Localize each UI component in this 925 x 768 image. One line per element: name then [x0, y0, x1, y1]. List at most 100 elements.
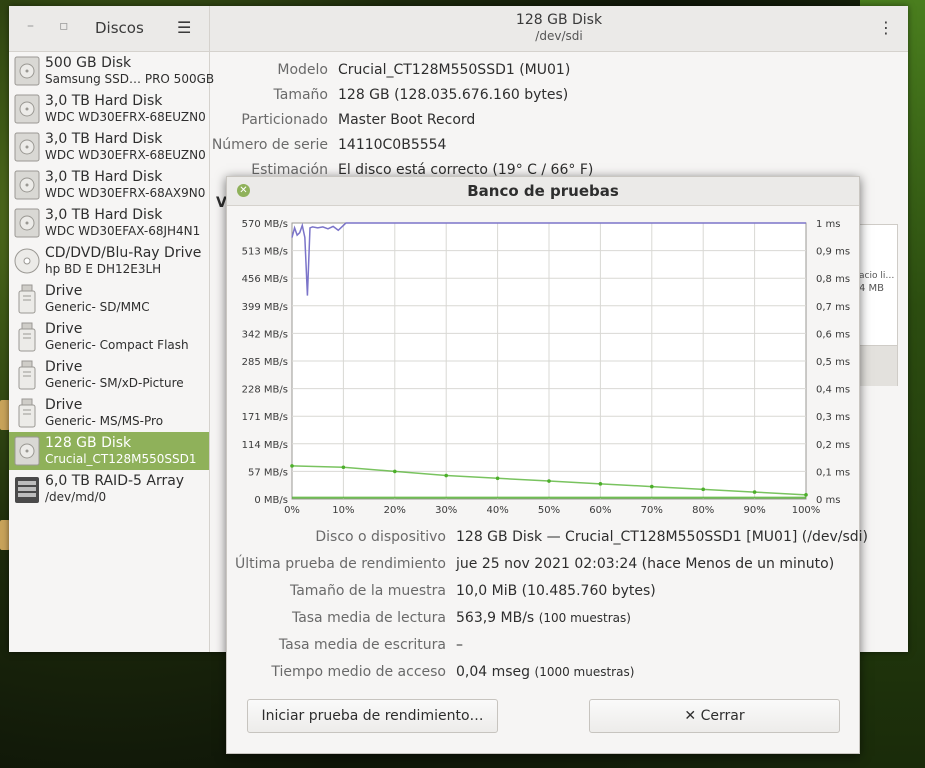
property-value: Master Boot Record [338, 112, 476, 128]
result-value: 0,04 mseg (1000 muestras) [456, 664, 634, 680]
sidebar-title: Discos [95, 19, 144, 37]
result-label: Tasa media de escritura [278, 637, 446, 653]
sidebar-item-name: 3,0 TB Hard Disk [45, 169, 163, 185]
y-right-tick-label: 0,3 ms [816, 412, 850, 423]
result-label: Tamaño de la muestra [289, 583, 446, 599]
optical-drive-icon [14, 246, 40, 276]
sidebar-header: – ▫ Discos ☰ [9, 6, 209, 52]
result-value-text: 128 GB Disk — Crucial_CT128M550SSD1 [MU0… [456, 529, 868, 545]
x-tick-label: 50% [538, 505, 560, 516]
hard-disk-icon [14, 132, 40, 162]
sidebar-item[interactable]: 3,0 TB Hard Disk WDC WD30EFAX-68JH4N1 [9, 204, 209, 242]
sidebar-item-name: 128 GB Disk [45, 435, 132, 451]
benchmark-chart: 0% 10% 20% 30% 40% 50% 60% 70% 80% 90% 100% 0 MB/s 0… [242, 219, 850, 516]
access-time-point [495, 476, 500, 481]
result-value: – [456, 637, 463, 653]
y-right-tick-label: 0,6 ms [816, 329, 850, 340]
volume-graphic[interactable]: acio li… 4 MB [856, 224, 898, 386]
x-tick-label: 40% [486, 505, 508, 516]
result-label: Disco o dispositivo [315, 529, 446, 545]
access-time-point [598, 482, 603, 486]
y-right-tick-label: 0,4 ms [816, 385, 850, 396]
sidebar-item-description: Generic- SD/MMC [45, 300, 150, 314]
restore-icon[interactable]: ▫ [59, 18, 69, 34]
x-tick-label: 30% [435, 505, 457, 516]
sidebar-item-name: 3,0 TB Hard Disk [45, 93, 163, 109]
access-time-point [341, 465, 346, 470]
y-right-tick-label: 0,9 ms [816, 247, 850, 258]
sidebar-item[interactable]: Drive Generic- Compact Flash [9, 318, 209, 356]
y-left-tick-label: 0 MB/s [254, 495, 288, 506]
volume-free-space [857, 345, 897, 386]
sidebar-item-description: WDC WD30EFAX-68JH4N1 [45, 224, 201, 238]
sidebar-item[interactable]: 6,0 TB RAID-5 Array/dev/md/0 [9, 470, 209, 508]
x-tick-label: 90% [743, 505, 765, 516]
x-tick-label: 60% [589, 505, 611, 516]
y-right-tick-label: 0,1 ms [816, 467, 850, 478]
sidebar-item-description: Samsung SSD… PRO 500GB [45, 72, 215, 86]
sidebar-item-description: Crucial_CT128M550SSD1 [45, 452, 197, 466]
y-right-tick-label: 0,2 ms [816, 440, 850, 451]
sidebar-item[interactable]: 3,0 TB Hard Disk WDC WD30EFRX-68EUZN0 [9, 90, 209, 128]
hamburger-menu-icon[interactable]: ☰ [177, 18, 191, 37]
result-label: Tasa media de lectura [291, 610, 446, 626]
sidebar-item[interactable]: 128 GB Disk Crucial_CT128M550SSD1 [9, 432, 209, 470]
sidebar-item[interactable]: Drive Generic- SM/xD-Picture [9, 356, 209, 394]
minimize-icon[interactable]: – [27, 18, 34, 34]
sidebar-item[interactable]: 3,0 TB Hard Disk WDC WD30EFRX-68AX9N0 [9, 166, 209, 204]
sidebar-item-name: CD/DVD/Blu-Ray Drive [45, 245, 202, 261]
hard-disk-icon [14, 436, 40, 466]
dialog-title: Banco de pruebas [467, 182, 619, 200]
y-left-tick-label: 570 MB/s [242, 219, 288, 230]
x-tick-label: 100% [792, 505, 821, 516]
result-value-text: 10,0 MiB (10.485.760 bytes) [456, 583, 656, 599]
benchmark-dialog: ✕ Banco de pruebas 0% 10% 20% 30% 40% 50% 60% 7… [226, 176, 868, 754]
result-value-text: – [456, 637, 463, 653]
y-left-tick-label: 57 MB/s [248, 467, 288, 478]
result-label: Tiempo medio de acceso [271, 664, 446, 680]
sidebar-item-name: 3,0 TB Hard Disk [45, 207, 163, 223]
sidebar-item[interactable]: Drive Generic- MS/MS-Pro [9, 394, 209, 432]
hard-disk-icon [14, 170, 40, 200]
property-label: Modelo [277, 62, 328, 78]
main-header: 128 GB Disk /dev/sdi ⋮ [210, 6, 908, 52]
sidebar-item-description: WDC WD30EFRX-68EUZN0 [45, 148, 206, 162]
sidebar-item-name: 500 GB Disk [45, 55, 132, 71]
access-time-point [701, 487, 705, 492]
dialog-header: ✕ Banco de pruebas [227, 177, 859, 206]
result-label: Última prueba de rendimiento [235, 556, 446, 572]
sidebar-item[interactable]: Drive Generic- SD/MMC [9, 280, 209, 318]
access-time-point [393, 469, 397, 474]
y-left-tick-label: 285 MB/s [242, 357, 288, 368]
y-left-tick-label: 342 MB/s [242, 329, 288, 340]
hard-disk-icon [14, 208, 40, 238]
y-left-tick-label: 228 MB/s [242, 385, 288, 396]
sidebar-item[interactable]: 3,0 TB Hard Disk WDC WD30EFRX-68EUZN0 [9, 128, 209, 166]
y-left-tick-label: 456 MB/s [242, 274, 288, 285]
start-benchmark-button[interactable]: Iniciar prueba de rendimiento… [247, 699, 498, 733]
result-value-text: 563,9 MB/s [456, 610, 535, 626]
close-button[interactable]: ✕ Cerrar [589, 699, 840, 733]
result-value: 10,0 MiB (10.485.760 bytes) [456, 583, 656, 599]
sidebar-item-description: Generic- Compact Flash [45, 338, 189, 352]
more-options-icon[interactable]: ⋮ [878, 18, 894, 37]
sidebar-item-description: Generic- MS/MS-Pro [45, 414, 164, 428]
sidebar-item[interactable]: 500 GB Disk Samsung SSD… PRO 500GB [9, 52, 214, 90]
y-left-tick-label: 114 MB/s [242, 440, 288, 451]
sidebar-item-description: Generic- SM/xD-Picture [45, 376, 184, 390]
access-time-point [804, 493, 808, 497]
y-right-tick-label: 0,8 ms [816, 274, 850, 285]
y-right-tick-label: 1 ms [816, 219, 841, 230]
access-time-point [650, 484, 654, 489]
property-label: Número de serie [211, 137, 328, 153]
sidebar-item-name: Drive [45, 321, 83, 337]
sidebar-item-description: hp BD E DH12E3LH [45, 262, 162, 276]
sidebar-item[interactable]: CD/DVD/Blu-Ray Drive hp BD E DH12E3LH [9, 242, 209, 280]
sidebar-item-description: WDC WD30EFRX-68EUZN0 [45, 110, 206, 124]
property-value: 128 GB (128.035.676.160 bytes) [338, 87, 569, 103]
usb-drive-icon [14, 284, 40, 314]
result-value-text: 0,04 mseg [456, 664, 531, 680]
access-time-point [547, 479, 551, 483]
close-x-icon: ✕ [684, 708, 701, 724]
y-left-tick-label: 171 MB/s [242, 412, 288, 423]
